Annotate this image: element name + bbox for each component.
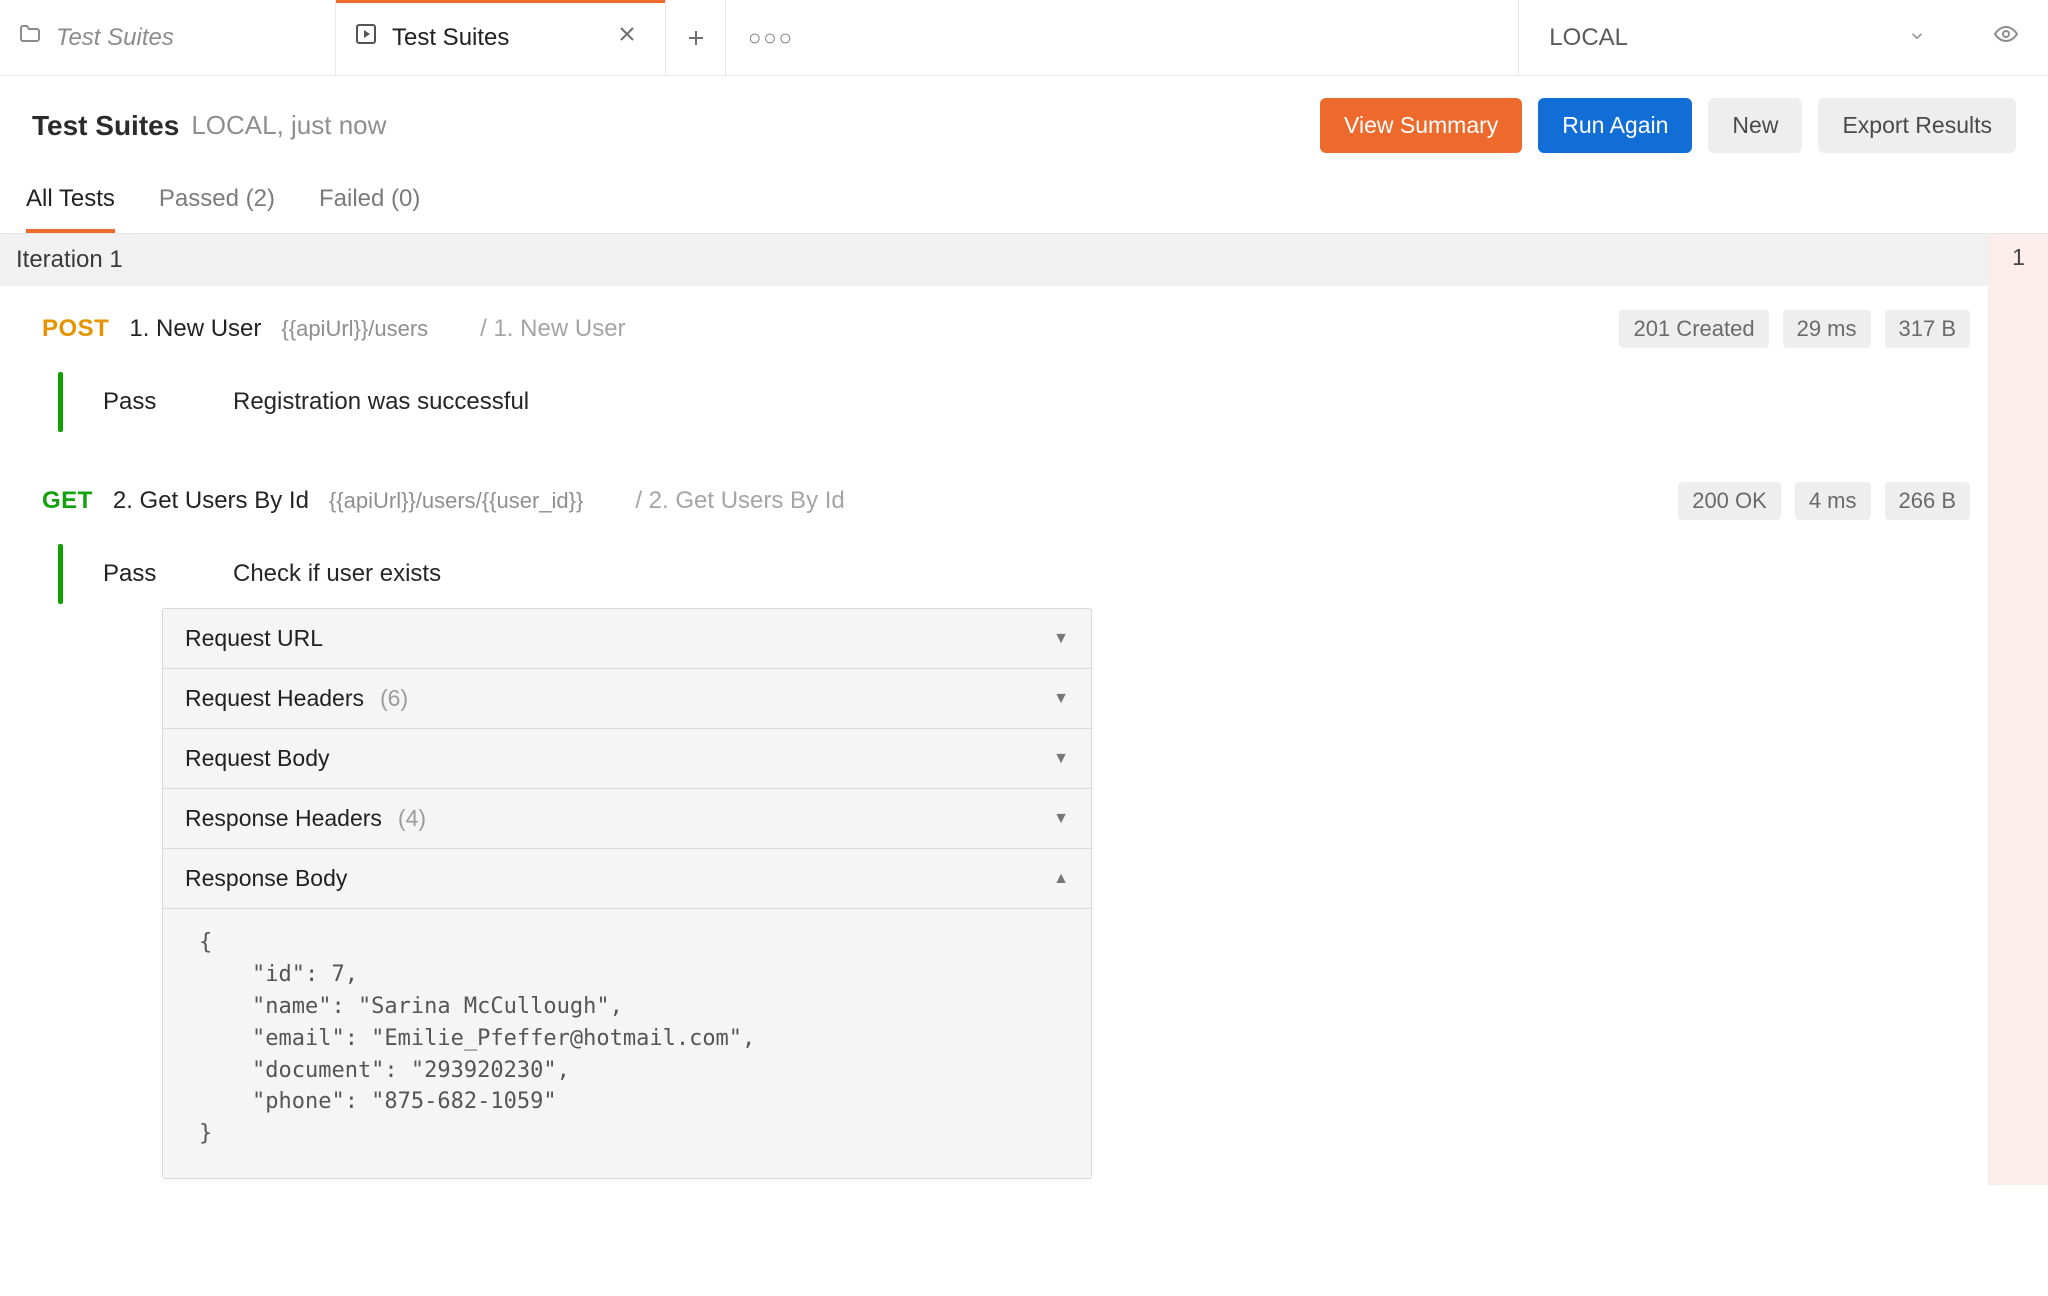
tab-active-runner[interactable]: Test Suites xyxy=(336,0,666,75)
more-tabs-button[interactable]: ○○○ xyxy=(726,0,816,75)
new-tab-button[interactable] xyxy=(666,0,726,75)
test-result-row: Pass Check if user exists xyxy=(58,544,1970,604)
response-body-content: { "id": 7, "name": "Sarina McCullough", … xyxy=(163,909,1091,1178)
header-actions: View Summary Run Again New Export Result… xyxy=(1320,98,2016,153)
caret-up-icon: ▲ xyxy=(1053,870,1069,888)
filter-tab-all[interactable]: All Tests xyxy=(26,175,115,233)
iteration-number: 1 xyxy=(2012,244,2025,271)
http-method: GET xyxy=(42,487,93,515)
eye-icon[interactable] xyxy=(1994,22,2018,53)
response-detail-panel: Request URL ▼ Request Headers (6) ▼ Requ… xyxy=(162,608,1092,1179)
new-button[interactable]: New xyxy=(1708,98,1802,153)
detail-count: (4) xyxy=(398,805,426,832)
tab-parent-collection[interactable]: Test Suites xyxy=(0,0,336,75)
test-status: Pass xyxy=(103,560,193,588)
request-url: {{apiUrl}}/users xyxy=(281,316,428,342)
detail-label: Response Body xyxy=(185,865,347,892)
size-badge: 266 B xyxy=(1885,482,1971,520)
test-status: Pass xyxy=(103,388,193,416)
environment-selector[interactable]: LOCAL xyxy=(1518,0,2048,75)
environment-name: LOCAL xyxy=(1549,24,1628,52)
request-name: 1. New User xyxy=(129,315,261,343)
view-summary-button[interactable]: View Summary xyxy=(1320,98,1522,153)
request-crumb: / 1. New User xyxy=(480,315,625,343)
page-subtitle: LOCAL, just now xyxy=(191,110,386,141)
page-title: Test Suites xyxy=(32,110,179,142)
chevron-down-icon xyxy=(1908,25,1926,51)
run-header: Test Suites LOCAL, just now View Summary… xyxy=(0,76,2048,175)
response-badges: 200 OK 4 ms 266 B xyxy=(1678,482,1970,520)
run-again-button[interactable]: Run Again xyxy=(1538,98,1692,153)
request-name: 2. Get Users By Id xyxy=(113,487,309,515)
status-badge: 201 Created xyxy=(1619,310,1768,348)
test-description: Check if user exists xyxy=(233,560,441,588)
more-icon: ○○○ xyxy=(748,25,794,51)
detail-label: Request Headers xyxy=(185,685,364,712)
tab-label: Test Suites xyxy=(56,24,174,52)
tab-bar: Test Suites Test Suites ○○○ LOCAL xyxy=(0,0,2048,76)
detail-request-headers[interactable]: Request Headers (6) ▼ xyxy=(163,669,1091,729)
results-main: Iteration 1 POST 1. New User {{apiUrl}}/… xyxy=(0,234,1988,1185)
detail-response-body[interactable]: Response Body ▲ xyxy=(163,849,1091,909)
detail-request-body[interactable]: Request Body ▼ xyxy=(163,729,1091,789)
request-url: {{apiUrl}}/users/{{user_id}} xyxy=(329,488,583,514)
filter-tabs: All Tests Passed (2) Failed (0) xyxy=(0,175,2048,234)
request-block: GET 2. Get Users By Id {{apiUrl}}/users/… xyxy=(0,458,1988,1185)
size-badge: 317 B xyxy=(1885,310,1971,348)
time-badge: 29 ms xyxy=(1783,310,1871,348)
http-method: POST xyxy=(42,315,109,343)
export-results-button[interactable]: Export Results xyxy=(1818,98,2016,153)
response-badges: 201 Created 29 ms 317 B xyxy=(1619,310,1970,348)
request-crumb: / 2. Get Users By Id xyxy=(635,487,844,515)
filter-tab-failed[interactable]: Failed (0) xyxy=(319,175,420,233)
filter-tab-passed[interactable]: Passed (2) xyxy=(159,175,275,233)
folder-icon xyxy=(18,22,42,53)
detail-label: Response Headers xyxy=(185,805,382,832)
caret-down-icon: ▼ xyxy=(1053,810,1069,828)
caret-down-icon: ▼ xyxy=(1053,690,1069,708)
runner-icon xyxy=(354,22,378,53)
results-area: Iteration 1 POST 1. New User {{apiUrl}}/… xyxy=(0,234,2048,1185)
caret-down-icon: ▼ xyxy=(1053,630,1069,648)
iteration-side-indicator[interactable]: 1 xyxy=(1988,234,2048,1185)
tab-label: Test Suites xyxy=(392,24,509,52)
detail-request-url[interactable]: Request URL ▼ xyxy=(163,609,1091,669)
detail-label: Request Body xyxy=(185,745,329,772)
detail-count: (6) xyxy=(380,685,408,712)
caret-down-icon: ▼ xyxy=(1053,750,1069,768)
time-badge: 4 ms xyxy=(1795,482,1871,520)
request-block: POST 1. New User {{apiUrl}}/users / 1. N… xyxy=(0,286,1988,458)
iteration-header: Iteration 1 xyxy=(0,234,1988,286)
test-description: Registration was successful xyxy=(233,388,529,416)
request-header[interactable]: GET 2. Get Users By Id {{apiUrl}}/users/… xyxy=(42,482,1970,520)
pass-indicator xyxy=(58,544,63,604)
request-header[interactable]: POST 1. New User {{apiUrl}}/users / 1. N… xyxy=(42,310,1970,348)
test-result-row: Pass Registration was successful xyxy=(58,372,1970,432)
detail-label: Request URL xyxy=(185,625,323,652)
detail-response-headers[interactable]: Response Headers (4) ▼ xyxy=(163,789,1091,849)
status-badge: 200 OK xyxy=(1678,482,1781,520)
pass-indicator xyxy=(58,372,63,432)
close-icon[interactable] xyxy=(615,22,639,53)
